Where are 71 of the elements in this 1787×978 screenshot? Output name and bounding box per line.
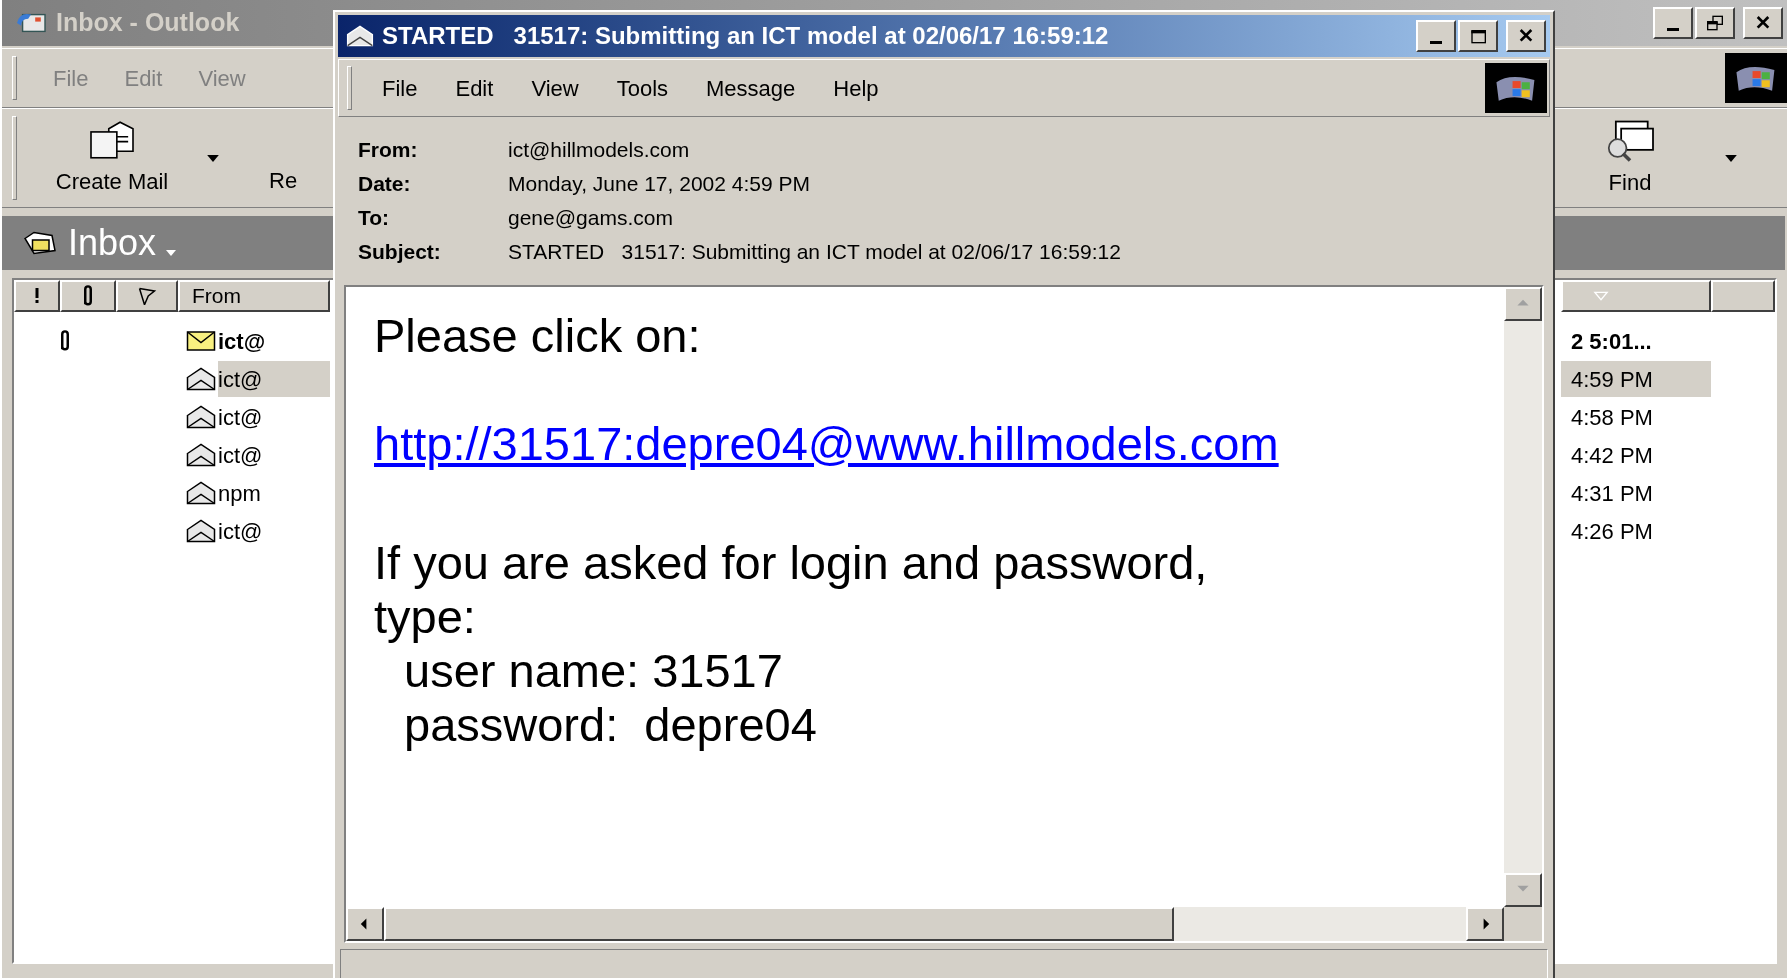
header-label: Subject:: [358, 239, 442, 266]
paperclip-icon: [58, 330, 72, 352]
attachment-column-header[interactable]: [60, 280, 116, 312]
flag-icon: [137, 286, 157, 306]
menu-item[interactable]: View: [531, 71, 579, 105]
header-value: ict@hillmodels.com: [508, 137, 690, 164]
received-cell[interactable]: 4:59 PM: [1561, 361, 1711, 397]
message-text: If you are asked for login and password,: [374, 536, 1209, 590]
sender-cell[interactable]: ict@: [218, 437, 330, 473]
column-header[interactable]: From: [178, 280, 330, 312]
received-cell[interactable]: 4:31 PM: [1561, 475, 1711, 511]
close-button[interactable]: [1743, 7, 1783, 39]
menu-item[interactable]: Message: [706, 71, 796, 105]
dropdown-caret-icon[interactable]: [1725, 154, 1737, 162]
sender-cell[interactable]: npm: [218, 475, 330, 511]
message-text: type:: [374, 590, 477, 644]
menu-item[interactable]: Edit: [455, 71, 494, 105]
window-title: Inbox - Outlook: [56, 7, 240, 39]
scroll-down-button[interactable]: [1504, 873, 1542, 907]
received-cell[interactable]: 4:58 PM: [1561, 399, 1711, 435]
column-header[interactable]: [1711, 280, 1775, 312]
received-cell[interactable]: 4:26 PM: [1561, 513, 1711, 549]
scroll-up-button[interactable]: [1504, 287, 1542, 321]
header-label: Date:: [358, 171, 412, 198]
scrollbar-thumb[interactable]: [384, 907, 1174, 941]
header-value: Monday, June 17, 2002 4:59 PM: [508, 171, 810, 198]
priority-column-header[interactable]: [14, 280, 60, 312]
close-button[interactable]: [1506, 20, 1546, 52]
vertical-scrollbar[interactable]: [1504, 287, 1542, 907]
scroll-left-button[interactable]: [346, 907, 384, 941]
message-link[interactable]: http://31517:depre04@www.hillmodels.com: [374, 417, 1279, 470]
inbox-icon: [22, 229, 58, 257]
windows-logo-icon: [1485, 63, 1547, 113]
menu-item[interactable]: Help: [833, 71, 879, 105]
create-mail-button[interactable]: Create Mail: [17, 112, 207, 204]
open-envelope-icon: [346, 25, 374, 47]
dropdown-caret-icon[interactable]: [207, 154, 219, 162]
scroll-right-button[interactable]: [1466, 907, 1504, 941]
minimize-button[interactable]: [1653, 7, 1693, 39]
maximize-button[interactable]: [1458, 20, 1498, 52]
message-text: user name: 31517: [403, 644, 784, 698]
received-cell[interactable]: 2 5:01...: [1561, 323, 1711, 359]
window-title: STARTED 31517: Submitting an ICT model at 02/06/17 16:59:12: [382, 21, 1109, 51]
paperclip-icon: [81, 285, 95, 307]
folder-title: Inbox: [68, 225, 157, 261]
toolbar-button[interactable]: Re: [219, 112, 298, 204]
restore-glyph-icon: [1704, 13, 1726, 33]
sender-cell[interactable]: ict@: [218, 399, 330, 435]
sort-arrow-icon: [1593, 291, 1609, 301]
windows-logo-icon: [1725, 53, 1787, 103]
header-value: gene@gams.com: [508, 205, 673, 232]
minimize-button[interactable]: [1416, 20, 1456, 52]
received-cell[interactable]: 4:42 PM: [1561, 437, 1711, 473]
message-text: Please click on:: [374, 309, 702, 363]
exclamation-icon: [34, 287, 40, 305]
horizontal-scrollbar[interactable]: [346, 907, 1504, 941]
menu-item[interactable]: Tools: [616, 71, 669, 105]
flag-column-header[interactable]: [116, 280, 178, 312]
sender-cell[interactable]: ict@: [218, 323, 330, 359]
header-value: STARTED 31517: Submitting an ICT model at 02/06/17 16:59:12: [508, 239, 1121, 266]
header-label: To:: [358, 205, 391, 232]
find-button[interactable]: Find: [1585, 112, 1675, 204]
header-label: From:: [358, 137, 419, 164]
message-text: password: depre04: [403, 698, 818, 752]
sender-cell[interactable]: ict@: [218, 513, 330, 549]
min-glyph-icon: [1430, 40, 1442, 44]
menu-item[interactable]: File: [382, 71, 418, 105]
sender-cell[interactable]: ict@: [218, 361, 330, 397]
min-glyph-icon: [1667, 27, 1679, 31]
sort-column-header[interactable]: [1561, 280, 1711, 312]
restore-button[interactable]: [1695, 7, 1735, 39]
